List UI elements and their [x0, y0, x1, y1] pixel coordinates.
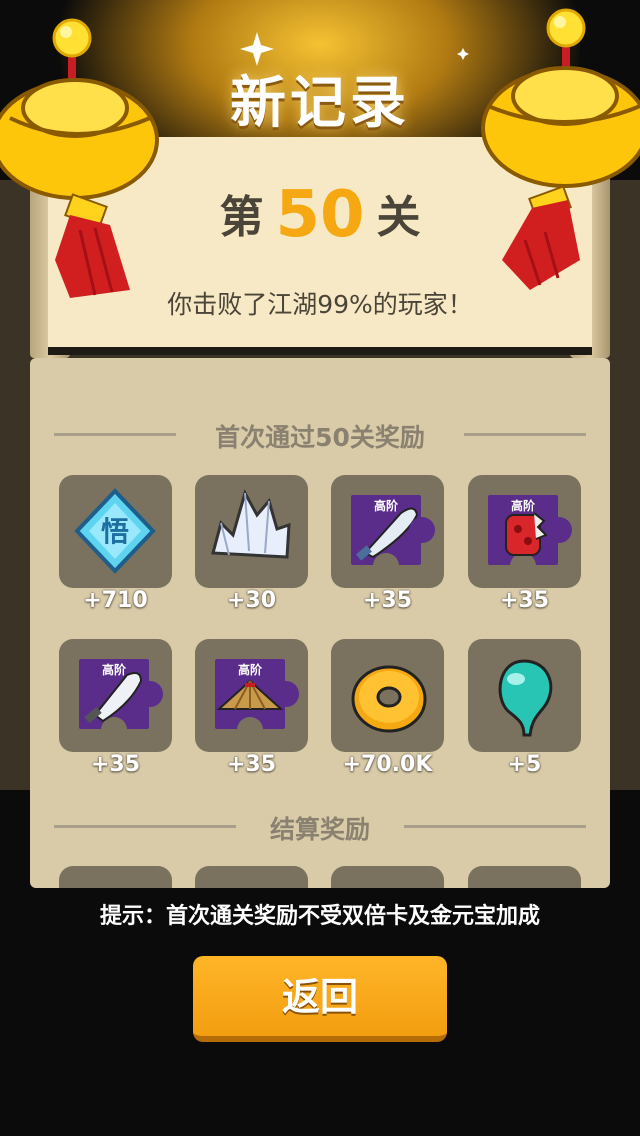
advanced-straw-hat-fragment-icon: [216, 679, 284, 710]
reward-slot-blade-fragment[interactable]: 高阶: [59, 639, 172, 752]
record-suffix: 关: [376, 192, 421, 243]
reward-amount: +35: [226, 752, 277, 777]
gold-coin-ring-icon: [351, 665, 427, 733]
advanced-gauntlet-fragment-icon: [505, 512, 548, 556]
settlement-slot[interactable]: [59, 866, 172, 888]
reward-slot-saber-fragment[interactable]: 高阶: [331, 475, 444, 588]
record-prefix: 第: [219, 192, 264, 243]
settlement-slot[interactable]: [195, 866, 308, 888]
reward-amount: +70.0K: [342, 752, 433, 777]
reward-amount: +30: [226, 588, 277, 613]
reward-amount: +35: [90, 752, 141, 777]
reward-amount: +35: [362, 588, 413, 613]
settlement-slot[interactable]: [331, 866, 444, 888]
advanced-saber-fragment-icon: [356, 507, 419, 561]
reward-slot-coin[interactable]: [331, 639, 444, 752]
fragment-frame: 高阶: [79, 659, 163, 743]
svg-text:悟: 悟: [101, 515, 129, 548]
record-level-number: 50: [275, 178, 365, 252]
settlement-slot[interactable]: [468, 866, 581, 888]
fragment-frame: 高阶: [488, 495, 572, 579]
gold-ingot-left-icon: [0, 18, 159, 298]
reward-slot-bead[interactable]: [468, 639, 581, 752]
settlement-reward-title: 结算奖励: [269, 815, 370, 844]
gold-ingot-right-icon: [481, 8, 640, 290]
reward-slot-wu[interactable]: 悟: [59, 475, 172, 588]
hint-text: 提示：首次通关奖励不受双倍卡及金元宝加成: [99, 904, 540, 929]
crystal-cluster-icon: [211, 489, 291, 559]
reward-slot-gauntlet-fragment[interactable]: 高阶: [468, 475, 581, 588]
reward-slot-hat-fragment[interactable]: 高阶: [195, 639, 308, 752]
reward-amount: +35: [499, 588, 550, 613]
reward-amount: +710: [83, 588, 148, 613]
reward-slot-crystal[interactable]: [195, 475, 308, 588]
wu-enlightenment-icon: 悟: [74, 488, 156, 574]
back-button[interactable]: 返回: [193, 956, 447, 1042]
fragment-frame: 高阶: [215, 659, 299, 743]
fragment-frame: 高阶: [351, 495, 435, 579]
reward-amount: +5: [507, 752, 542, 777]
jade-bead-icon: [498, 659, 553, 737]
reward-panel[interactable]: 首次通过50关奖励 悟 +710 +30 高阶 +35 高阶 +35 高阶 +3…: [30, 358, 610, 888]
advanced-blade-fragment-icon: [84, 672, 143, 724]
first-clear-reward-title: 首次通过50关奖励: [215, 423, 425, 452]
